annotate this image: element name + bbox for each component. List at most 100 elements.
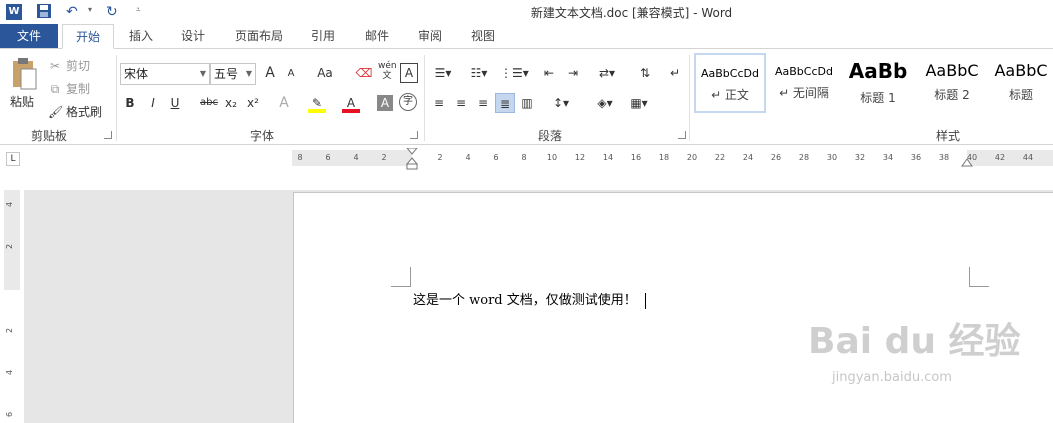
char-shading-button[interactable]: A (377, 95, 393, 111)
style-name: 标题 2 (934, 88, 970, 102)
ruler-tick-label: 20 (686, 153, 698, 162)
separator (116, 55, 117, 141)
ruler-tick-label: 18 (658, 153, 670, 162)
tab-home[interactable]: 开始 (62, 24, 114, 49)
ruler-tick-label: 2 (437, 153, 443, 162)
window-title: 新建文本文档.doc [兼容模式] - Word (530, 6, 733, 20)
style-heading1[interactable]: AaBb 标题 1 (842, 53, 914, 113)
font-launcher-icon[interactable] (410, 131, 418, 139)
ruler-tick-label: 4 (5, 369, 15, 376)
borders-icon[interactable]: ▦▾ (626, 93, 652, 113)
tab-file[interactable]: 文件 (0, 24, 58, 48)
ruler-tick-label: 12 (574, 153, 586, 162)
enclose-chars-button[interactable]: 字 (399, 93, 417, 111)
ruler-tick-label: 38 (938, 153, 950, 162)
subscript-button[interactable]: x₂ (222, 93, 240, 113)
justify-icon[interactable]: ≣ (495, 93, 515, 113)
text-cursor (644, 292, 646, 309)
strikethrough-button[interactable]: abc (198, 93, 220, 113)
style-sample: AaBb (848, 59, 908, 83)
scissors-icon: ✂ (49, 59, 61, 73)
paste-icon[interactable] (10, 57, 38, 91)
superscript-button[interactable]: x² (244, 93, 262, 113)
style-sample: AaBbCcDd (701, 67, 759, 80)
bullets-icon[interactable]: ☰▾ (430, 63, 456, 83)
highlight-icon[interactable]: ✎ (308, 93, 326, 113)
tab-selector[interactable]: L (6, 152, 20, 166)
tab-view[interactable]: 视图 (460, 24, 506, 48)
text-effects-button[interactable]: A (276, 93, 292, 113)
ruler-tick-label: 10 (546, 153, 558, 162)
font-name-select[interactable]: 宋体 ▼ (120, 63, 210, 85)
show-marks-icon[interactable]: ↵ (666, 63, 684, 83)
increase-indent-icon[interactable]: ⇥ (564, 63, 582, 83)
right-indent-icon[interactable] (961, 158, 973, 168)
paste-button[interactable]: 粘贴 (10, 93, 34, 110)
separator (689, 55, 690, 141)
align-right-icon[interactable]: ≡ (474, 93, 492, 113)
font-color-button[interactable]: A (342, 93, 360, 113)
document-page[interactable]: 这是一个 word 文档，仅做测试使用！ (293, 192, 1053, 423)
clipboard-launcher-icon[interactable] (104, 131, 112, 139)
shading-icon[interactable]: ◈▾ (592, 93, 618, 113)
format-painter-button[interactable]: 🖌 格式刷 (48, 103, 102, 120)
indent-marker-icon[interactable] (405, 147, 419, 170)
italic-button[interactable]: I (145, 93, 161, 113)
styles-group-label: 样式 (935, 129, 960, 143)
font-group-label: 字体 (249, 129, 274, 143)
decrease-indent-icon[interactable]: ⇤ (540, 63, 558, 83)
ruler-tick-label: 32 (854, 153, 866, 162)
numbering-icon[interactable]: ☷▾ (466, 63, 492, 83)
clear-format-icon[interactable]: ⌫ (355, 63, 373, 83)
change-case-button[interactable]: Aa (312, 63, 338, 83)
style-name: ↵ 无间隔 (779, 86, 829, 100)
chinese-layout-icon[interactable]: ⇄▾ (594, 63, 620, 83)
ruler-tick-label: 16 (630, 153, 642, 162)
line-spacing-icon[interactable]: ↕▾ (548, 93, 574, 113)
align-left-icon[interactable]: ≡ (430, 93, 448, 113)
phonetic-guide-button[interactable]: wén 文 (378, 61, 397, 83)
style-title[interactable]: AaBbC 标题 (988, 53, 1053, 113)
vertical-ruler[interactable]: 4 2 2 4 6 (4, 190, 20, 423)
style-sample: AaBbC (925, 61, 979, 80)
ruler-tick-label: 36 (910, 153, 922, 162)
copy-icon: ⧉ (50, 82, 60, 96)
ribbon: 粘贴 ✂ 剪切 ⧉ 复制 🖌 格式刷 剪贴板 宋体 ▼ 五号 ▼ A A Aa ⌫ wén… (0, 48, 1053, 145)
chevron-down-icon: ▼ (199, 69, 206, 78)
ruler-tick-label: 44 (1022, 153, 1034, 162)
ruler-row: L 8 6 4 2 2 4 6 8 10 12 14 16 18 20 22 24 26 28 30 32 34 36 38… (0, 146, 1053, 190)
tab-review[interactable]: 审阅 (407, 24, 453, 48)
tab-design[interactable]: 设计 (170, 24, 216, 48)
style-normal[interactable]: AaBbCcDd ↵ 正文 (694, 53, 766, 113)
tab-mailings[interactable]: 邮件 (354, 24, 400, 48)
underline-button[interactable]: U (167, 93, 183, 113)
style-sample: AaBbCcDd (775, 65, 833, 78)
horizontal-ruler[interactable]: 8 6 4 2 2 4 6 8 10 12 14 16 18 20 22 24 26 28 30 32 34 36 38 40… (292, 147, 1053, 170)
copy-button[interactable]: ⧉ 复制 (48, 80, 90, 97)
ruler-tick-label: 42 (994, 153, 1006, 162)
bold-button[interactable]: B (122, 93, 138, 113)
margin-corner-mark (391, 267, 411, 287)
document-body-text[interactable]: 这是一个 word 文档，仅做测试使用！ (413, 289, 646, 309)
style-no-spacing[interactable]: AaBbCcDd ↵ 无间隔 (768, 53, 840, 113)
grow-font-button[interactable]: A (262, 63, 278, 83)
tab-page-layout[interactable]: 页面布局 (226, 24, 292, 48)
multilevel-list-icon[interactable]: ⋮☰▾ (500, 63, 529, 83)
ruler-tick-label: 6 (493, 153, 499, 162)
paragraph-launcher-icon[interactable] (678, 131, 686, 139)
shrink-font-button[interactable]: A (284, 64, 298, 84)
align-center-icon[interactable]: ≡ (452, 93, 470, 113)
font-name-value: 宋体 (124, 67, 149, 81)
style-heading2[interactable]: AaBbC 标题 2 (916, 53, 988, 113)
tab-references[interactable]: 引用 (300, 24, 346, 48)
char-border-button[interactable]: A (400, 63, 418, 83)
font-size-select[interactable]: 五号 ▼ (210, 63, 256, 85)
ruler-tick-label: 22 (714, 153, 726, 162)
ruler-tick-label: 24 (742, 153, 754, 162)
font-size-value: 五号 (214, 67, 239, 81)
ruler-tick-label: 34 (882, 153, 894, 162)
cut-button[interactable]: ✂ 剪切 (48, 57, 90, 74)
distributed-icon[interactable]: ▥ (518, 93, 536, 113)
tab-insert[interactable]: 插入 (118, 24, 164, 48)
sort-icon[interactable]: ⇅ (636, 63, 654, 83)
